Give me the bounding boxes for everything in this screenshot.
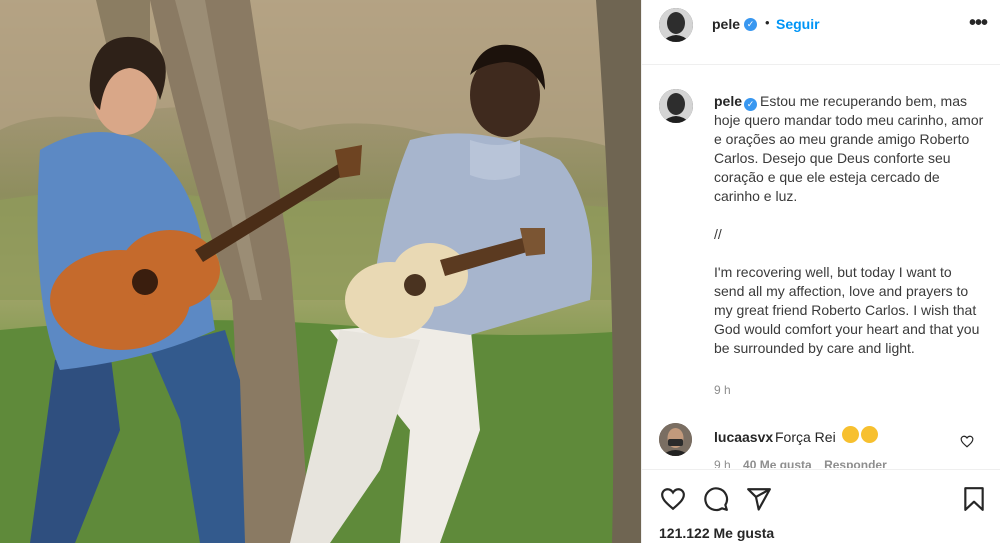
- comment-timestamp[interactable]: 9 h: [714, 458, 731, 468]
- post-likes-count[interactable]: 121.122 Me gusta: [659, 525, 774, 541]
- share-icon[interactable]: [746, 486, 772, 512]
- commenter-avatar[interactable]: [659, 423, 692, 456]
- heart-icon[interactable]: [660, 487, 686, 511]
- caption-author-avatar[interactable]: [659, 89, 693, 123]
- post-actions: 121.122 Me gusta: [642, 469, 1000, 543]
- verified-icon: ✓: [744, 18, 757, 31]
- comment-icon[interactable]: [703, 486, 729, 512]
- post-photo-illustration: [0, 0, 641, 543]
- caption-english: I'm recovering well, but today I want to…: [714, 264, 980, 356]
- bookmark-icon[interactable]: [963, 486, 985, 512]
- comment-like-heart-icon[interactable]: [960, 435, 974, 448]
- post-header: pele ✓ • Seguir •••: [642, 0, 1000, 65]
- commenter-username[interactable]: lucaasvx: [714, 429, 773, 445]
- comment-meta: 9 h 40 Me gusta Responder: [714, 458, 896, 468]
- comment-reply-button[interactable]: Responder: [824, 458, 887, 468]
- comment-likes[interactable]: 40 Me gusta: [743, 458, 812, 468]
- caption-separator: //: [714, 226, 722, 242]
- verified-icon: ✓: [744, 98, 758, 111]
- follow-button[interactable]: Seguir: [776, 16, 820, 32]
- caption-timestamp[interactable]: 9 h: [714, 383, 731, 397]
- author-username[interactable]: pele: [712, 16, 740, 32]
- raising-hands-emoji-icon: [861, 426, 878, 443]
- comment-text: Força Rei: [775, 429, 836, 445]
- post-caption: pele ✓ Estou me recuperando bem, mas hoje …: [714, 92, 984, 377]
- author-avatar[interactable]: [659, 8, 693, 42]
- post-side-panel: pele ✓ • Seguir ••• pele ✓ Estou me recupe…: [641, 0, 1000, 543]
- post-photo[interactable]: [0, 0, 641, 543]
- comments-section[interactable]: pele ✓ Estou me recuperando bem, mas hoje …: [642, 66, 1000, 468]
- caption-username[interactable]: pele: [714, 93, 742, 109]
- more-options-icon[interactable]: •••: [969, 12, 988, 35]
- clapping-hands-emoji-icon: [842, 426, 859, 443]
- separator-dot: •: [765, 15, 770, 30]
